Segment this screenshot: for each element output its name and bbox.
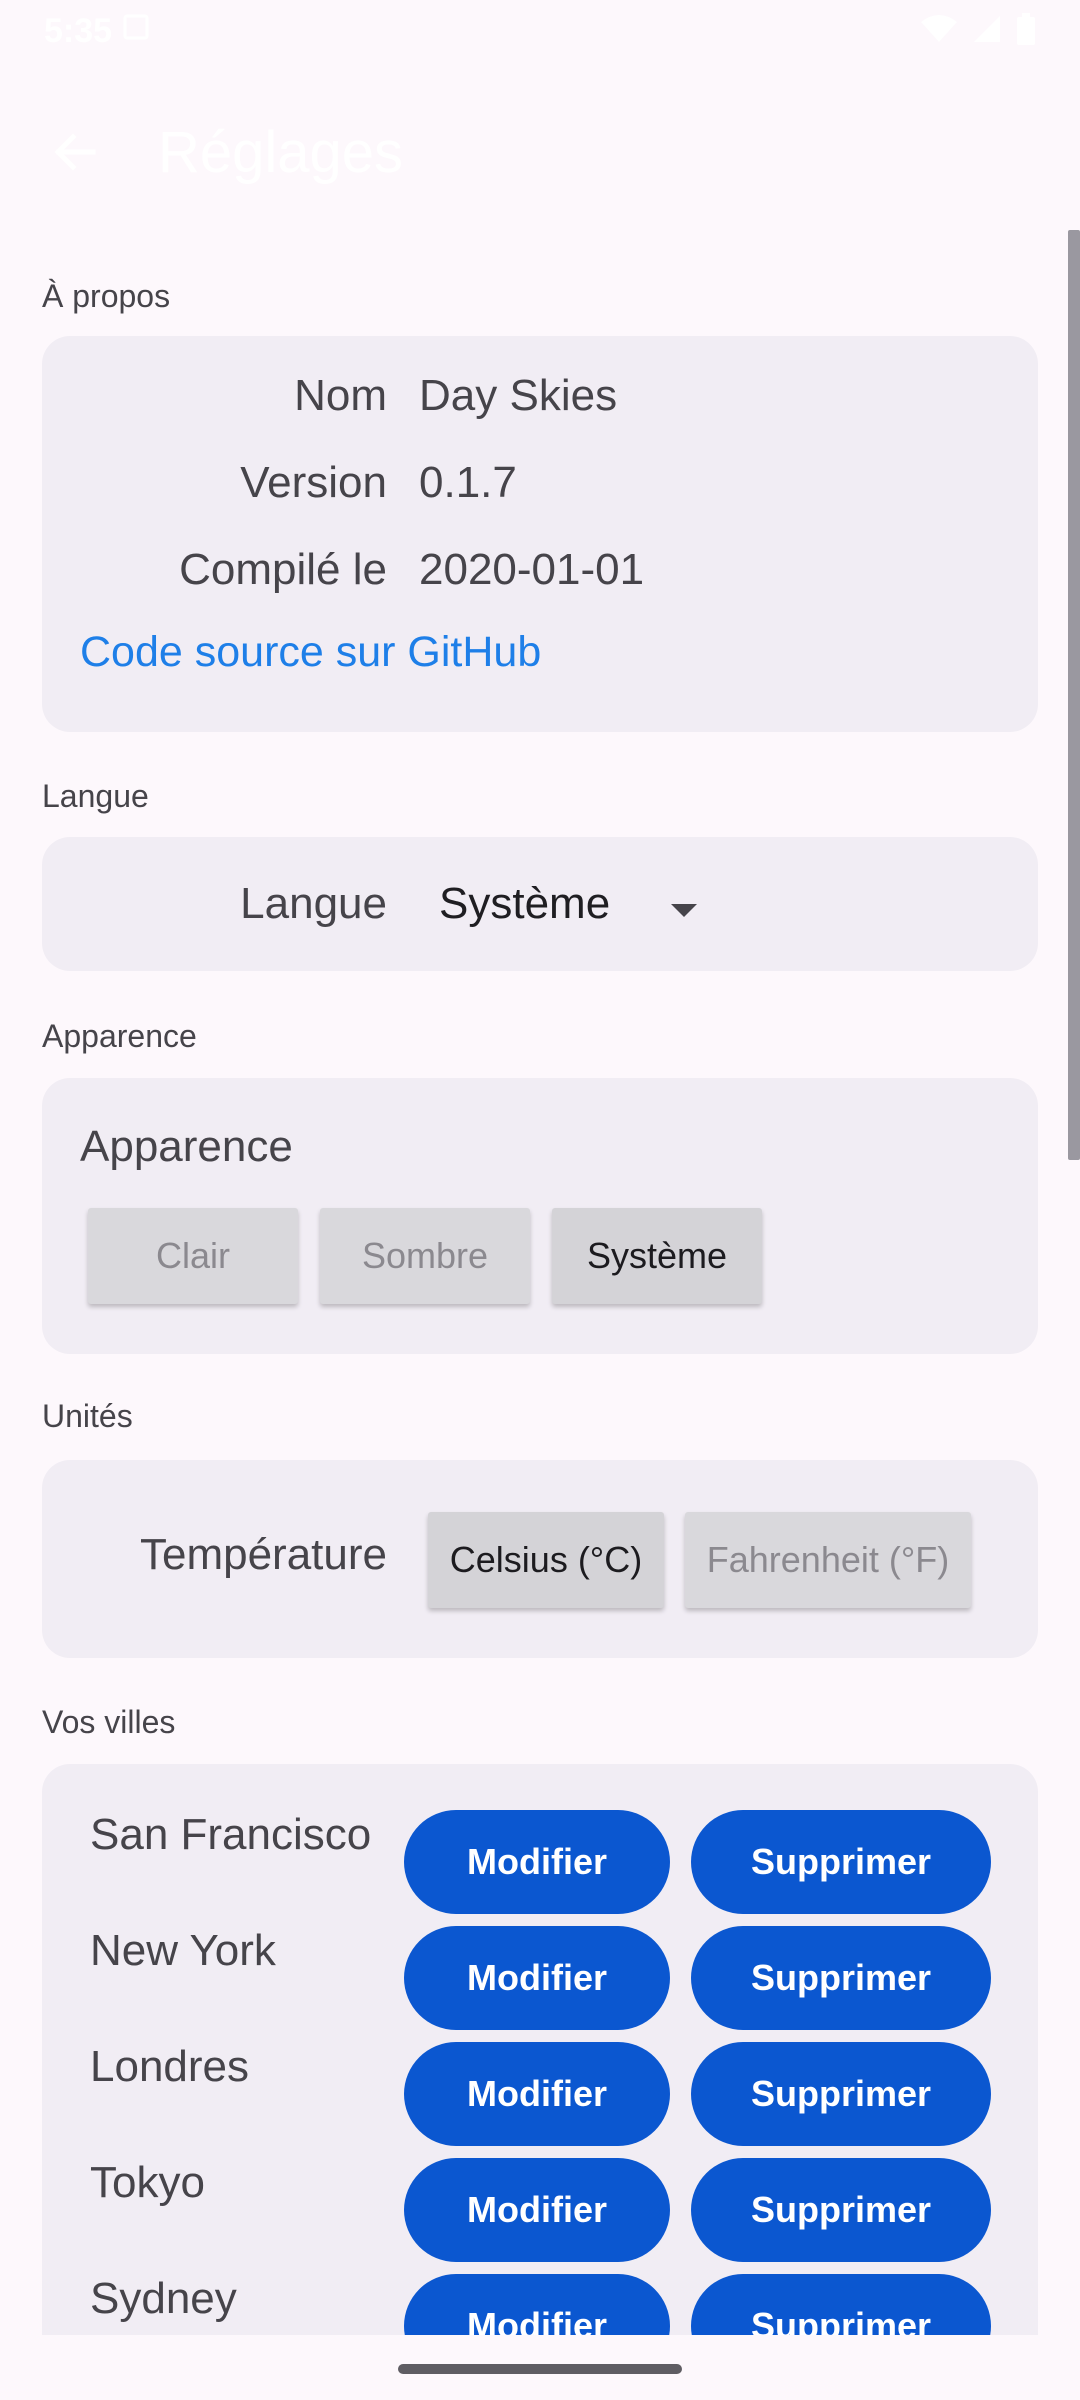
delete-city-button[interactable]: Supprimer — [691, 2158, 991, 2262]
edit-city-button[interactable]: Modifier — [404, 1926, 670, 2030]
status-icons — [920, 12, 1036, 50]
scrollbar[interactable] — [1068, 230, 1080, 1160]
language-selected-value: Système — [439, 879, 611, 928]
about-row-version: Version 0.1.7 — [42, 453, 1038, 513]
github-source-link[interactable]: Code source sur GitHub — [80, 628, 541, 677]
units-card: Température Celsius (°C) Fahrenheit (°F) — [42, 1460, 1038, 1658]
about-row-name: Nom Day Skies — [42, 366, 1038, 426]
city-name: Londres — [90, 2042, 250, 2091]
language-field-label: Langue — [240, 879, 387, 928]
top-app-bar: Réglages — [0, 92, 1080, 212]
city-name: New York — [90, 1926, 276, 1975]
about-value: 0.1.7 — [419, 458, 517, 507]
theme-option-dark[interactable]: Sombre — [320, 1208, 530, 1304]
unit-option-fahrenheit[interactable]: Fahrenheit (°F) — [685, 1512, 971, 1608]
city-name: Tokyo — [90, 2158, 205, 2207]
delete-city-button[interactable]: Supprimer — [691, 1810, 991, 1914]
section-label-appearance: Apparence — [42, 1018, 197, 1054]
city-name: San Francisco — [90, 1810, 372, 1859]
language-row: Langue Système — [42, 837, 1038, 971]
edit-city-button[interactable]: Modifier — [404, 2158, 670, 2262]
language-card: Langue Système — [42, 837, 1038, 971]
signal-icon — [972, 14, 1002, 49]
section-label-language: Langue — [42, 778, 149, 814]
wifi-icon — [920, 14, 958, 49]
dropdown-arrow-icon — [669, 879, 699, 929]
status-bar: 5:35 — [0, 0, 1080, 62]
status-time-group: 5:35 — [44, 12, 152, 51]
about-key: Version — [240, 458, 387, 507]
about-card: Nom Day Skies Version 0.1.7 Compilé le 2… — [42, 336, 1038, 732]
page-title: Réglages — [158, 119, 404, 185]
status-time: 5:35 — [44, 11, 113, 50]
edit-city-button[interactable]: Modifier — [404, 2042, 670, 2146]
about-key: Compilé le — [179, 545, 387, 594]
about-key: Nom — [294, 371, 387, 420]
appearance-heading: Apparence — [80, 1122, 293, 1171]
edit-city-button[interactable]: Modifier — [404, 2274, 670, 2335]
settings-scroll-area[interactable]: À propos Nom Day Skies Version 0.1.7 Com… — [0, 230, 1080, 2335]
theme-option-system[interactable]: Système — [552, 1208, 762, 1304]
delete-city-button[interactable]: Supprimer — [691, 1926, 991, 2030]
temperature-field-label: Température — [139, 1530, 387, 1579]
delete-city-button[interactable]: Supprimer — [691, 2274, 991, 2335]
screenshot-notification-icon — [122, 12, 152, 51]
about-value: 2020-01-01 — [419, 545, 645, 594]
language-dropdown[interactable]: Système — [439, 879, 699, 929]
about-row-build-date: Compilé le 2020-01-01 — [42, 540, 1038, 600]
delete-city-button[interactable]: Supprimer — [691, 2042, 991, 2146]
city-name: Sydney — [90, 2274, 237, 2323]
section-label-cities: Vos villes — [42, 1704, 176, 1740]
unit-option-celsius[interactable]: Celsius (°C) — [428, 1512, 664, 1608]
battery-icon — [1016, 12, 1036, 50]
about-value: Day Skies — [419, 371, 618, 420]
back-arrow-icon[interactable] — [46, 124, 102, 180]
section-label-units: Unités — [42, 1398, 133, 1434]
edit-city-button[interactable]: Modifier — [404, 1810, 670, 1914]
appearance-card: Apparence Clair Sombre Système — [42, 1078, 1038, 1354]
theme-option-light[interactable]: Clair — [88, 1208, 298, 1304]
gesture-home-indicator[interactable] — [398, 2364, 682, 2374]
cities-card: San Francisco Modifier Supprimer New Yor… — [42, 1764, 1038, 2335]
section-label-about: À propos — [42, 278, 171, 314]
